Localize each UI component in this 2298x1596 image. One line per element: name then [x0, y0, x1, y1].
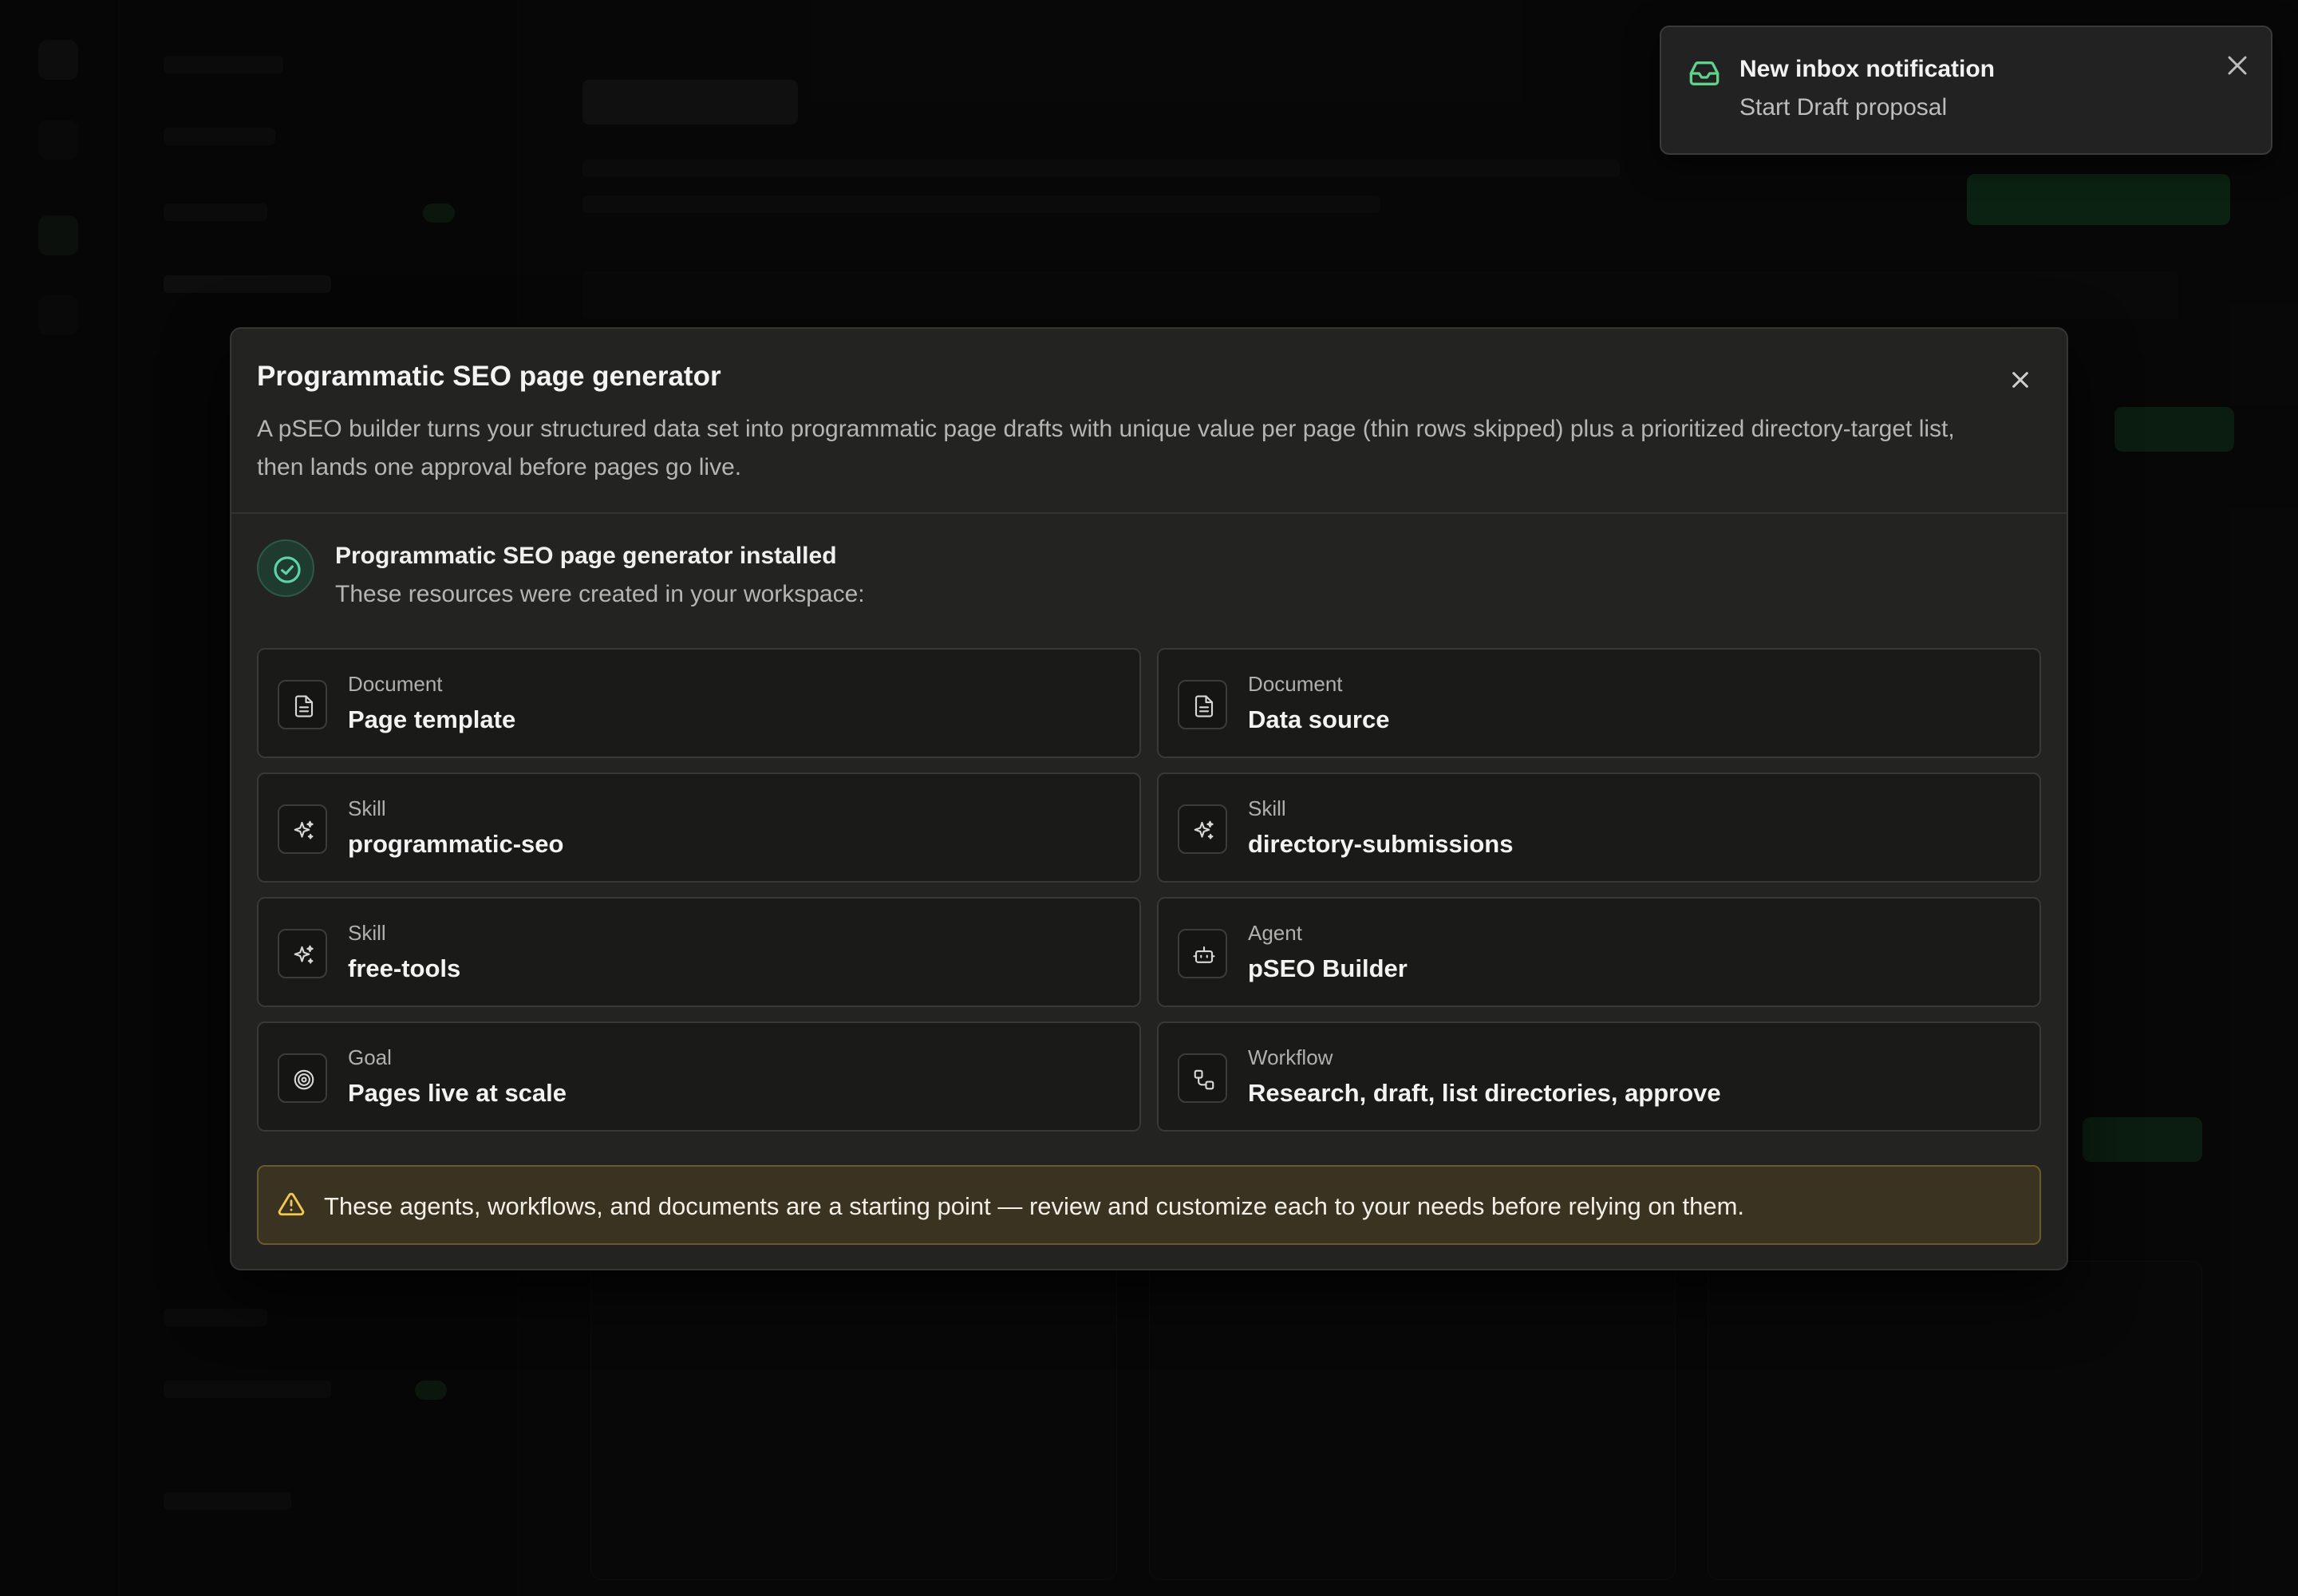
check-circle-icon	[257, 539, 314, 597]
toast-body: Start Draft proposal	[1739, 94, 1948, 120]
bot-icon	[1178, 929, 1227, 978]
resource-type: Skill	[1248, 796, 1286, 820]
workflow-icon	[1178, 1053, 1227, 1103]
success-subtitle: These resources were created in your wor…	[335, 581, 865, 607]
resource-name: Research, draft, list directories, appro…	[1248, 1079, 1721, 1107]
resource-grid: Document Page template Document Data sou…	[257, 648, 2041, 1132]
modal-title: Programmatic SEO page generator	[257, 361, 721, 392]
disclaimer-banner: These agents, workflows, and documents a…	[257, 1165, 2041, 1245]
sparkle-icon	[278, 929, 327, 978]
resource-type: Goal	[348, 1045, 392, 1069]
resource-name: free-tools	[348, 954, 461, 982]
disclaimer-text: These agents, workflows, and documents a…	[324, 1192, 1745, 1220]
resource-card-page-template[interactable]: Document Page template	[257, 648, 1141, 758]
warning-icon	[278, 1191, 305, 1222]
resource-name: programmatic-seo	[348, 830, 564, 858]
resource-card-directory-submissions[interactable]: Skill directory-submissions	[1157, 772, 2041, 883]
resource-type: Skill	[348, 796, 386, 820]
modal-close-icon[interactable]	[2004, 364, 2036, 396]
resource-card-free-tools[interactable]: Skill free-tools	[257, 897, 1141, 1007]
target-icon	[278, 1053, 327, 1103]
resource-card-workflow[interactable]: Workflow Research, draft, list directori…	[1157, 1021, 2041, 1132]
resource-card-programmatic-seo[interactable]: Skill programmatic-seo	[257, 772, 1141, 883]
toast-close-icon[interactable]	[2221, 49, 2253, 81]
document-icon	[1178, 680, 1227, 729]
resource-name: pSEO Builder	[1248, 954, 1408, 982]
resource-name: Pages live at scale	[348, 1079, 567, 1107]
resource-name: Data source	[1248, 705, 1390, 733]
resource-type: Document	[1248, 672, 1343, 696]
success-title: Programmatic SEO page generator installe…	[335, 543, 837, 569]
resource-name: Page template	[348, 705, 516, 733]
resource-card-data-source[interactable]: Document Data source	[1157, 648, 2041, 758]
resource-type: Skill	[348, 921, 386, 945]
inbox-icon	[1688, 57, 1720, 89]
document-icon	[278, 680, 327, 729]
modal-header: Programmatic SEO page generator A pSEO b…	[231, 329, 2067, 514]
resource-type: Agent	[1248, 921, 1302, 945]
install-modal: Programmatic SEO page generator A pSEO b…	[230, 327, 2068, 1270]
resource-name: directory-submissions	[1248, 830, 1514, 858]
sparkle-icon	[1178, 804, 1227, 854]
resource-card-pseo-builder[interactable]: Agent pSEO Builder	[1157, 897, 2041, 1007]
resource-type: Workflow	[1248, 1045, 1333, 1069]
resource-type: Document	[348, 672, 443, 696]
sparkle-icon	[278, 804, 327, 854]
toast-title: New inbox notification	[1739, 56, 1995, 82]
resource-card-pages-live-at-scale[interactable]: Goal Pages live at scale	[257, 1021, 1141, 1132]
inbox-toast[interactable]: New inbox notification Start Draft propo…	[1660, 26, 2272, 155]
modal-description: A pSEO builder turns your structured dat…	[257, 416, 1955, 480]
